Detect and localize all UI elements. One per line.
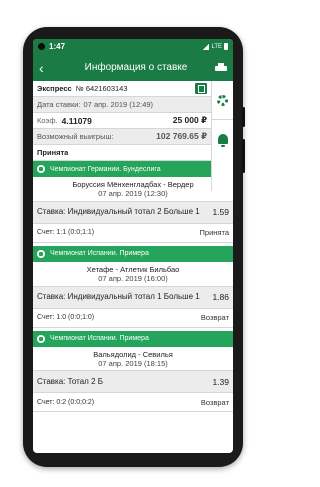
league-title: Чемпионат Испании. Примера <box>50 335 149 342</box>
power-button <box>242 139 245 173</box>
match-title: Хетафе - Атлетик Бильбао <box>86 264 180 274</box>
league-title: Чемпионат Германии. Бундеслига <box>50 165 161 173</box>
bell-icon[interactable] <box>217 134 228 147</box>
soccer-ball-icon <box>37 165 45 173</box>
express-row: Экспресс № 6421603143 <box>33 81 211 97</box>
match-date: 07 апр. 2019 (18:15) <box>98 358 168 368</box>
stake-odds: 1.86 <box>212 291 229 302</box>
event-info: Боруссия Мёнхенгладбах - Вердер 07 апр. … <box>33 177 233 202</box>
match-title: Вальядолид - Севилья <box>93 349 173 359</box>
league-header: Чемпионат Испании. Примера <box>33 330 233 347</box>
date-label: Дата ставки: <box>37 100 81 109</box>
soccer-ball-icon <box>37 249 45 258</box>
score-row: Счет: 1:0 (0:0;1:0) Возврат <box>33 309 233 328</box>
stake-text: Ставка: Тотал 2 Б <box>37 376 103 386</box>
coef-value: 4.11079 <box>61 115 92 126</box>
stake-amount: 25 000 ₽ <box>172 115 207 125</box>
coef-label: Коэф. <box>37 116 58 125</box>
soccer-ball-icon <box>37 334 45 343</box>
express-number: № 6421603143 <box>75 84 128 93</box>
notification-cell[interactable] <box>212 120 233 158</box>
ticket-status: Принята <box>37 148 69 157</box>
network-type: LTE <box>211 43 222 50</box>
event-status: Возврат <box>200 313 229 322</box>
event-info: Вальядолид - Севилья 07 апр. 2019 (18:15… <box>33 347 233 372</box>
match-title: Боруссия Мёнхенгладбах - Вердер <box>72 180 194 189</box>
league-title: Чемпионат Испании. Примера <box>50 250 149 258</box>
date-row: Дата ставки: 07 апр. 2019 (12:49) <box>33 97 211 113</box>
win-label: Возможный выигрыш: <box>37 132 114 141</box>
back-arrow-icon[interactable]: ‹ <box>39 61 57 75</box>
score-text: Счет: 0:2 (0:0;0:2) <box>37 398 95 406</box>
score-text: Счет: 1:1 (0:0;1:1) <box>37 229 95 237</box>
win-row: Возможный выигрыш: 102 769.65 ₽ <box>33 129 211 145</box>
app-bar: ‹ Информация о ставке <box>33 54 233 81</box>
league-header: Чемпионат Германии. Бундеслига <box>33 161 233 177</box>
match-date: 07 апр. 2019 (16:00) <box>98 274 168 284</box>
stake-text: Ставка: Индивидуальный тотал 2 Больше 1 <box>37 207 200 217</box>
battery-icon <box>224 43 228 50</box>
event-status: Возврат <box>200 397 229 407</box>
page-title: Информация о ставке <box>84 62 188 73</box>
event-status: Принята <box>199 228 229 238</box>
express-label: Экспресс <box>37 84 72 93</box>
match-date: 07 апр. 2019 (12:30) <box>98 189 168 199</box>
volume-button <box>242 107 245 127</box>
content: Экспресс № 6421603143 Дата ставки: 07 ап… <box>33 81 233 413</box>
screen: 1:47 LTE ‹ Информация о ставке Экспресс … <box>33 39 233 453</box>
copy-icon[interactable] <box>195 83 207 94</box>
gear-icon[interactable] <box>217 94 228 106</box>
status-time: 1:47 <box>49 42 66 51</box>
settings-cell[interactable] <box>212 81 233 120</box>
phone-frame: 1:47 LTE ‹ Информация о ставке Экспресс … <box>23 27 245 467</box>
signal-icon <box>203 43 210 50</box>
stake-row: Ставка: Индивидуальный тотал 1 Больше 1 … <box>33 286 233 309</box>
status-icons: LTE <box>203 43 228 50</box>
stake-odds: 1.39 <box>212 376 229 387</box>
stake-row: Ставка: Индивидуальный тотал 2 Больше 1 … <box>33 201 233 224</box>
status-bar: 1:47 LTE <box>33 39 233 54</box>
win-value: 102 769.65 ₽ <box>156 131 207 141</box>
camera-icon <box>38 43 45 50</box>
ticket-status-row: Принята <box>33 145 211 161</box>
score-row: Счет: 0:2 (0:0;0:2) Возврат <box>33 393 233 413</box>
side-actions <box>211 81 233 191</box>
date-value: 07 апр. 2019 (12:49) <box>83 100 154 109</box>
stake-text: Ставка: Индивидуальный тотал 1 Больше 1 <box>37 292 200 302</box>
coef-row: Коэф. 4.11079 25 000 ₽ <box>33 113 211 129</box>
score-text: Счет: 1:0 (0:0;1:0) <box>37 314 95 321</box>
bet-ticket: Экспресс № 6421603143 Дата ставки: 07 ап… <box>33 81 211 161</box>
stake-row: Ставка: Тотал 2 Б 1.39 <box>33 371 233 394</box>
score-row: Счет: 1:1 (0:0;1:1) Принята <box>33 224 233 243</box>
stake-odds: 1.59 <box>212 207 229 218</box>
league-header: Чемпионат Испании. Примера <box>33 245 233 262</box>
event-info: Хетафе - Атлетик Бильбао 07 апр. 2019 (1… <box>33 262 233 287</box>
printer-icon[interactable] <box>215 62 227 73</box>
